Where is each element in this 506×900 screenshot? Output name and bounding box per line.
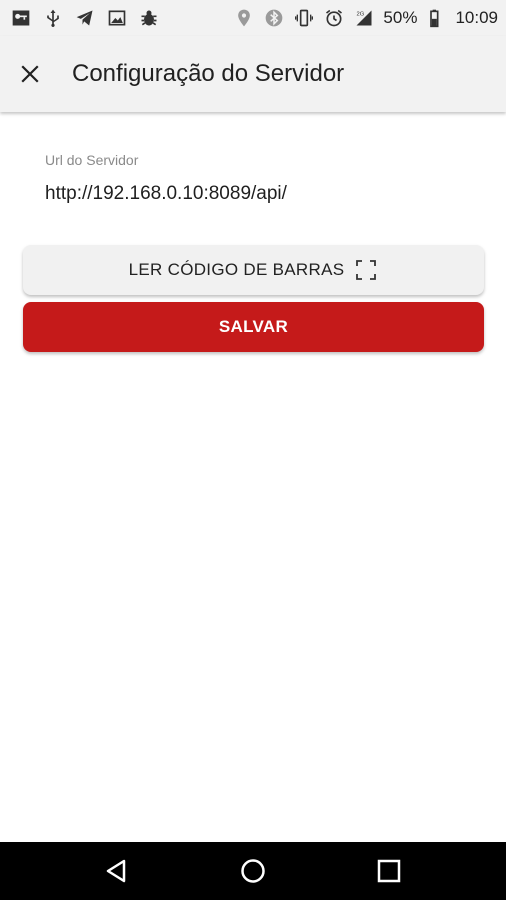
server-url-field: Url do Servidor: [23, 152, 484, 261]
network-type-label: 2G: [357, 12, 365, 18]
scan-barcode-label: LER CÓDIGO DE BARRAS: [128, 260, 345, 279]
image-icon: [106, 7, 128, 29]
location-icon: [233, 7, 255, 29]
battery-icon: [425, 7, 447, 29]
clock: 10:09: [455, 8, 498, 27]
navigation-bar: [0, 842, 506, 900]
home-circle-icon: [241, 859, 265, 883]
server-url-label: Url do Servidor: [45, 152, 139, 168]
vibrate-icon: [293, 7, 315, 29]
signal-icon: 2G: [353, 7, 375, 29]
usb-icon: [42, 7, 64, 29]
status-bar-right: 2G 50% 10:09: [233, 7, 498, 29]
home-button[interactable]: [233, 851, 273, 891]
app-bar: Configuração do Servidor: [0, 36, 506, 112]
close-button[interactable]: [2, 46, 58, 102]
save-button[interactable]: SALVAR: [23, 302, 484, 352]
save-label: SALVAR: [218, 317, 289, 336]
bluetooth-icon: [263, 7, 285, 29]
close-icon: [21, 65, 39, 83]
recents-square-icon: [377, 859, 401, 883]
back-triangle-icon: [106, 859, 126, 883]
vpn-key-icon: [10, 7, 32, 29]
status-bar: 2G 50% 10:09: [0, 0, 506, 36]
bug-icon: [138, 7, 160, 29]
battery-percent: 50%: [383, 8, 418, 27]
content-area: Url do Servidor LER CÓDIGO DE BARRAS SAL…: [0, 112, 506, 842]
recents-button[interactable]: [369, 851, 409, 891]
server-url-input[interactable]: [45, 182, 484, 206]
back-button[interactable]: [97, 851, 137, 891]
barcode-scan-frame-icon: [354, 258, 378, 282]
telegram-icon: [74, 7, 96, 29]
page-title: Configuração do Servidor: [72, 60, 345, 87]
scan-barcode-button[interactable]: LER CÓDIGO DE BARRAS: [23, 245, 484, 295]
alarm-icon: [323, 7, 345, 29]
status-bar-left: [10, 7, 160, 29]
